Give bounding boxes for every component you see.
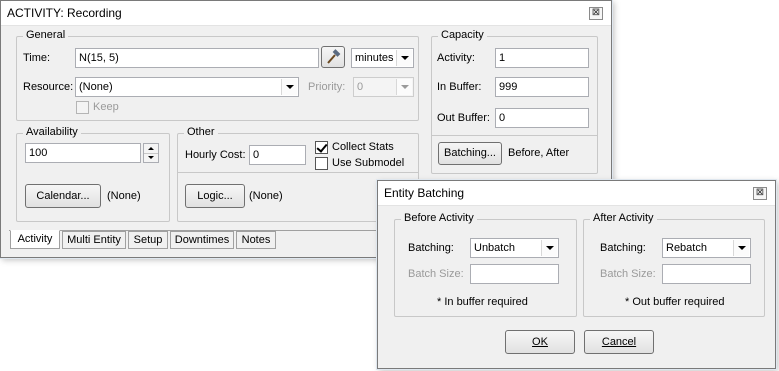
calendar-button[interactable]: Calendar... bbox=[25, 184, 101, 208]
chevron-down-icon bbox=[541, 240, 557, 256]
before-batch-size-label: Batch Size: bbox=[408, 268, 464, 280]
before-activity-legend: Before Activity bbox=[401, 212, 477, 224]
batching-close-icon[interactable]: ⊠ bbox=[753, 187, 767, 200]
spin-down-icon[interactable] bbox=[144, 153, 158, 162]
before-activity-group: Before Activity Batching: Unbatch Batch … bbox=[394, 212, 577, 317]
before-batching-label: Batching: bbox=[408, 242, 454, 254]
general-legend: General bbox=[23, 29, 69, 41]
after-note: * Out buffer required bbox=[625, 296, 725, 308]
before-batch-size-field[interactable] bbox=[470, 264, 559, 284]
priority-select[interactable]: 0 bbox=[353, 77, 414, 97]
ok-button-label: OK bbox=[532, 336, 548, 348]
other-divider bbox=[178, 172, 418, 173]
checkmark-icon bbox=[316, 141, 328, 153]
keep-checkbox[interactable] bbox=[76, 101, 89, 114]
logic-button-label: Logic... bbox=[197, 190, 233, 202]
collect-stats-label: Collect Stats bbox=[332, 141, 394, 153]
availability-group: Availability 100 Calendar... (None) bbox=[16, 126, 170, 222]
use-submodel-checkbox[interactable] bbox=[315, 157, 328, 170]
capacity-activity-label: Activity: bbox=[437, 52, 475, 64]
ok-button[interactable]: OK bbox=[505, 330, 575, 354]
after-batch-size-label: Batch Size: bbox=[600, 268, 656, 280]
hammer-icon bbox=[327, 49, 341, 64]
batching-button[interactable]: Batching... bbox=[438, 142, 502, 165]
out-buffer-label: Out Buffer: bbox=[437, 112, 490, 124]
after-activity-group: After Activity Batching: Rebatch Batch S… bbox=[583, 212, 765, 317]
after-batching-label: Batching: bbox=[600, 242, 646, 254]
after-batching-select[interactable]: Rebatch bbox=[662, 238, 751, 258]
cancel-button[interactable]: Cancel bbox=[584, 330, 654, 354]
time-unit-value: minutes bbox=[355, 52, 394, 64]
hourly-cost-label: Hourly Cost: bbox=[185, 149, 246, 161]
batching-dialog-title: Entity Batching bbox=[384, 186, 465, 200]
availability-legend: Availability bbox=[23, 126, 81, 138]
before-batching-select[interactable]: Unbatch bbox=[470, 238, 559, 258]
chevron-down-icon bbox=[733, 240, 749, 256]
resource-select[interactable]: (None) bbox=[75, 77, 299, 97]
calendar-status: (None) bbox=[107, 190, 141, 202]
tab-activity[interactable]: Activity bbox=[10, 230, 60, 249]
in-buffer-field[interactable]: 999 bbox=[495, 77, 589, 97]
out-buffer-field[interactable]: 0 bbox=[495, 108, 589, 128]
calendar-button-label: Calendar... bbox=[36, 190, 90, 202]
before-batching-value: Unbatch bbox=[474, 242, 515, 254]
availability-spinner[interactable] bbox=[143, 143, 159, 163]
priority-value: 0 bbox=[357, 81, 364, 93]
capacity-legend: Capacity bbox=[438, 29, 487, 41]
capacity-group: Capacity Activity: 1 In Buffer: 999 Out … bbox=[431, 29, 598, 174]
time-builder-button[interactable] bbox=[321, 46, 345, 68]
chevron-down-icon bbox=[396, 79, 412, 95]
after-activity-legend: After Activity bbox=[590, 212, 657, 224]
availability-field[interactable]: 100 bbox=[25, 143, 141, 163]
cancel-button-label: Cancel bbox=[601, 336, 637, 348]
tab-multi-entity[interactable]: Multi Entity bbox=[62, 231, 126, 249]
entity-batching-dialog: Entity Batching ⊠ Before Activity Batchi… bbox=[377, 180, 776, 369]
chevron-down-icon bbox=[396, 50, 412, 66]
time-label: Time: bbox=[23, 52, 51, 64]
logic-status: (None) bbox=[249, 190, 283, 202]
in-buffer-label: In Buffer: bbox=[437, 81, 482, 93]
activity-window-title: ACTIVITY: Recording bbox=[7, 6, 122, 20]
other-legend: Other bbox=[184, 126, 218, 138]
capacity-activity-field[interactable]: 1 bbox=[495, 48, 589, 68]
chevron-down-icon bbox=[281, 79, 297, 95]
resource-label: Resource: bbox=[23, 81, 74, 93]
time-unit-select[interactable]: minutes bbox=[351, 48, 414, 68]
tab-notes[interactable]: Notes bbox=[236, 231, 276, 249]
use-submodel-label: Use Submodel bbox=[332, 157, 405, 169]
logic-button[interactable]: Logic... bbox=[185, 184, 245, 208]
capacity-divider bbox=[432, 135, 597, 136]
general-group: General Time: N(15, 5) minutes Resource:… bbox=[16, 29, 419, 121]
tab-downtimes[interactable]: Downtimes bbox=[170, 231, 234, 249]
activity-close-icon[interactable]: ⊠ bbox=[589, 7, 603, 20]
activity-titlebar[interactable]: ACTIVITY: Recording ⊠ bbox=[1, 1, 611, 26]
collect-stats-checkbox[interactable] bbox=[315, 141, 328, 154]
after-batch-size-field[interactable] bbox=[662, 264, 751, 284]
priority-label: Priority: bbox=[308, 81, 346, 93]
before-note: * In buffer required bbox=[437, 296, 528, 308]
after-batching-value: Rebatch bbox=[666, 242, 707, 254]
batching-status: Before, After bbox=[508, 147, 570, 159]
batching-button-label: Batching... bbox=[444, 147, 496, 159]
batching-titlebar[interactable]: Entity Batching ⊠ bbox=[378, 181, 775, 206]
time-field[interactable]: N(15, 5) bbox=[75, 48, 319, 68]
tab-setup[interactable]: Setup bbox=[128, 231, 168, 249]
resource-value: (None) bbox=[79, 81, 113, 93]
hourly-cost-field[interactable]: 0 bbox=[249, 145, 306, 165]
keep-label: Keep bbox=[93, 101, 119, 113]
